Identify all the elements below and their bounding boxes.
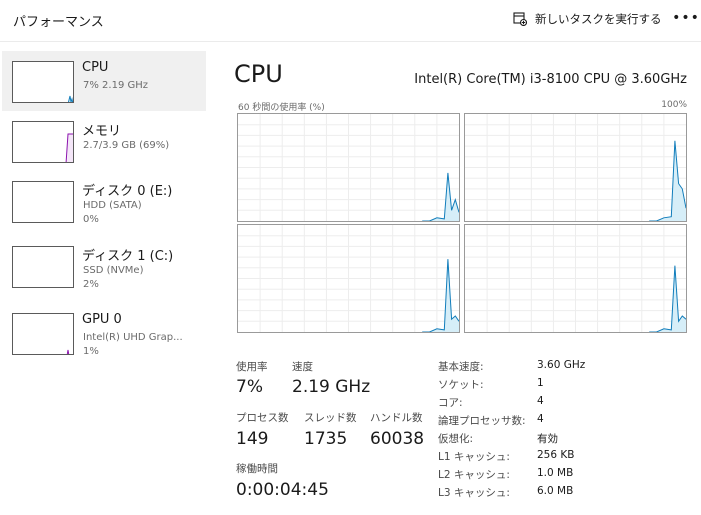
usage-label: 使用率 xyxy=(236,361,268,373)
disk-1-thumbnail xyxy=(12,246,74,288)
process-count-label: プロセス数 xyxy=(236,412,289,424)
core-usage-area xyxy=(422,172,459,221)
memory-thumbnail xyxy=(12,121,74,163)
sidebar-item-detail: Intel(R) UHD Grap... xyxy=(83,332,183,343)
sidebar-item-disk-1[interactable]: ディスク 1 (C:) SSD (NVMe) 2% xyxy=(2,236,206,296)
core-graph-1 xyxy=(464,113,687,222)
spec-virtualization-value: 有効 xyxy=(537,433,558,445)
sidebar-item-usage: 2% xyxy=(83,279,99,290)
sidebar-item-cpu[interactable]: CPU 7% 2.19 GHz xyxy=(2,51,206,111)
run-new-task-label: 新しいタスクを実行する xyxy=(535,12,662,26)
spec-sockets-label: ソケット: xyxy=(438,379,484,391)
cpu-thumbnail-graph xyxy=(67,95,73,102)
speed-value: 2.19 GHz xyxy=(292,377,371,397)
thread-count-value: 1735 xyxy=(304,429,348,449)
spec-base-speed-label: 基本速度: xyxy=(438,361,484,373)
graph-max-label: 100% xyxy=(661,100,687,110)
header-bar: パフォーマンス 新しいタスクを実行する ••• xyxy=(0,0,701,42)
uptime-value: 0:00:04:45 xyxy=(236,480,329,500)
gpu-0-thumbnail xyxy=(12,313,74,355)
cpu-model-name: Intel(R) Core(TM) i3-8100 CPU @ 3.60GHz xyxy=(414,72,687,87)
spec-logical-processors-label: 論理プロセッサ数: xyxy=(438,415,526,427)
spec-base-speed-value: 3.60 GHz xyxy=(537,359,586,371)
cpu-thumbnail xyxy=(12,61,74,103)
usage-value: 7% xyxy=(236,377,263,397)
more-options-button[interactable]: ••• xyxy=(672,8,699,28)
more-icon: ••• xyxy=(672,10,700,26)
sidebar-item-detail: HDD (SATA) xyxy=(83,200,142,211)
core-graph-0 xyxy=(237,113,460,222)
core-usage-area xyxy=(649,140,686,221)
disk-0-thumbnail xyxy=(12,181,74,223)
handle-count-value: 60038 xyxy=(370,429,425,449)
core-graph-1-svg xyxy=(465,114,686,221)
sidebar-item-name: ディスク 1 (C:) xyxy=(82,249,174,264)
thread-count-label: スレッド数 xyxy=(304,412,357,424)
spec-l1-cache-label: L1 キャッシュ: xyxy=(438,451,510,463)
spec-virtualization-label: 仮想化: xyxy=(438,433,474,445)
sidebar-item-name: CPU xyxy=(82,60,109,75)
graph-axis-label: 60 秒間の使用率 (%) xyxy=(238,103,325,113)
main-title: CPU xyxy=(234,60,283,88)
spec-sockets-value: 1 xyxy=(537,377,544,389)
speed-label: 速度 xyxy=(292,361,313,373)
sidebar-item-name: ディスク 0 (E:) xyxy=(82,184,173,199)
sidebar-item-memory[interactable]: メモリ 2.7/3.9 GB (69%) xyxy=(2,111,206,171)
page-title: パフォーマンス xyxy=(13,15,104,30)
core-usage-area xyxy=(649,265,686,332)
core-graph-3 xyxy=(464,224,687,333)
sidebar-item-detail: 7% 2.19 GHz xyxy=(83,80,149,91)
spec-l3-cache-value: 6.0 MB xyxy=(537,485,574,497)
spec-l3-cache-label: L3 キャッシュ: xyxy=(438,487,510,499)
core-graph-2 xyxy=(237,224,460,333)
spec-cores-value: 4 xyxy=(537,395,544,407)
sidebar: CPU 7% 2.19 GHz メモリ 2.7/3.9 GB (69%) ディス… xyxy=(0,50,207,515)
process-count-value: 149 xyxy=(236,429,269,449)
sidebar-item-usage: 0% xyxy=(83,214,99,225)
spec-l1-cache-value: 256 KB xyxy=(537,449,575,461)
spec-l2-cache-label: L2 キャッシュ: xyxy=(438,469,510,481)
sidebar-item-detail: SSD (NVMe) xyxy=(83,265,144,276)
spec-cores-label: コア: xyxy=(438,397,463,409)
sidebar-item-gpu-0[interactable]: GPU 0 Intel(R) UHD Grap... 1% xyxy=(2,303,206,363)
sidebar-item-detail: 2.7/3.9 GB (69%) xyxy=(83,140,170,151)
core-graph-2-svg xyxy=(238,225,459,332)
sidebar-item-disk-0[interactable]: ディスク 0 (E:) HDD (SATA) 0% xyxy=(2,171,206,231)
handle-count-label: ハンドル数 xyxy=(370,412,423,424)
core-graph-3-svg xyxy=(465,225,686,332)
run-task-icon xyxy=(513,12,527,26)
core-graph-0-svg xyxy=(238,114,459,221)
gpu-thumbnail-graph xyxy=(66,349,70,354)
spec-l2-cache-value: 1.0 MB xyxy=(537,467,574,479)
run-new-task-button[interactable]: 新しいタスクを実行する xyxy=(513,9,662,29)
uptime-label: 稼働時間 xyxy=(236,463,278,475)
sidebar-item-name: メモリ xyxy=(82,124,122,139)
spec-logical-processors-value: 4 xyxy=(537,413,544,425)
sidebar-item-name: GPU 0 xyxy=(82,312,122,327)
sidebar-item-usage: 1% xyxy=(83,346,99,357)
memory-thumbnail-graph xyxy=(65,133,73,162)
